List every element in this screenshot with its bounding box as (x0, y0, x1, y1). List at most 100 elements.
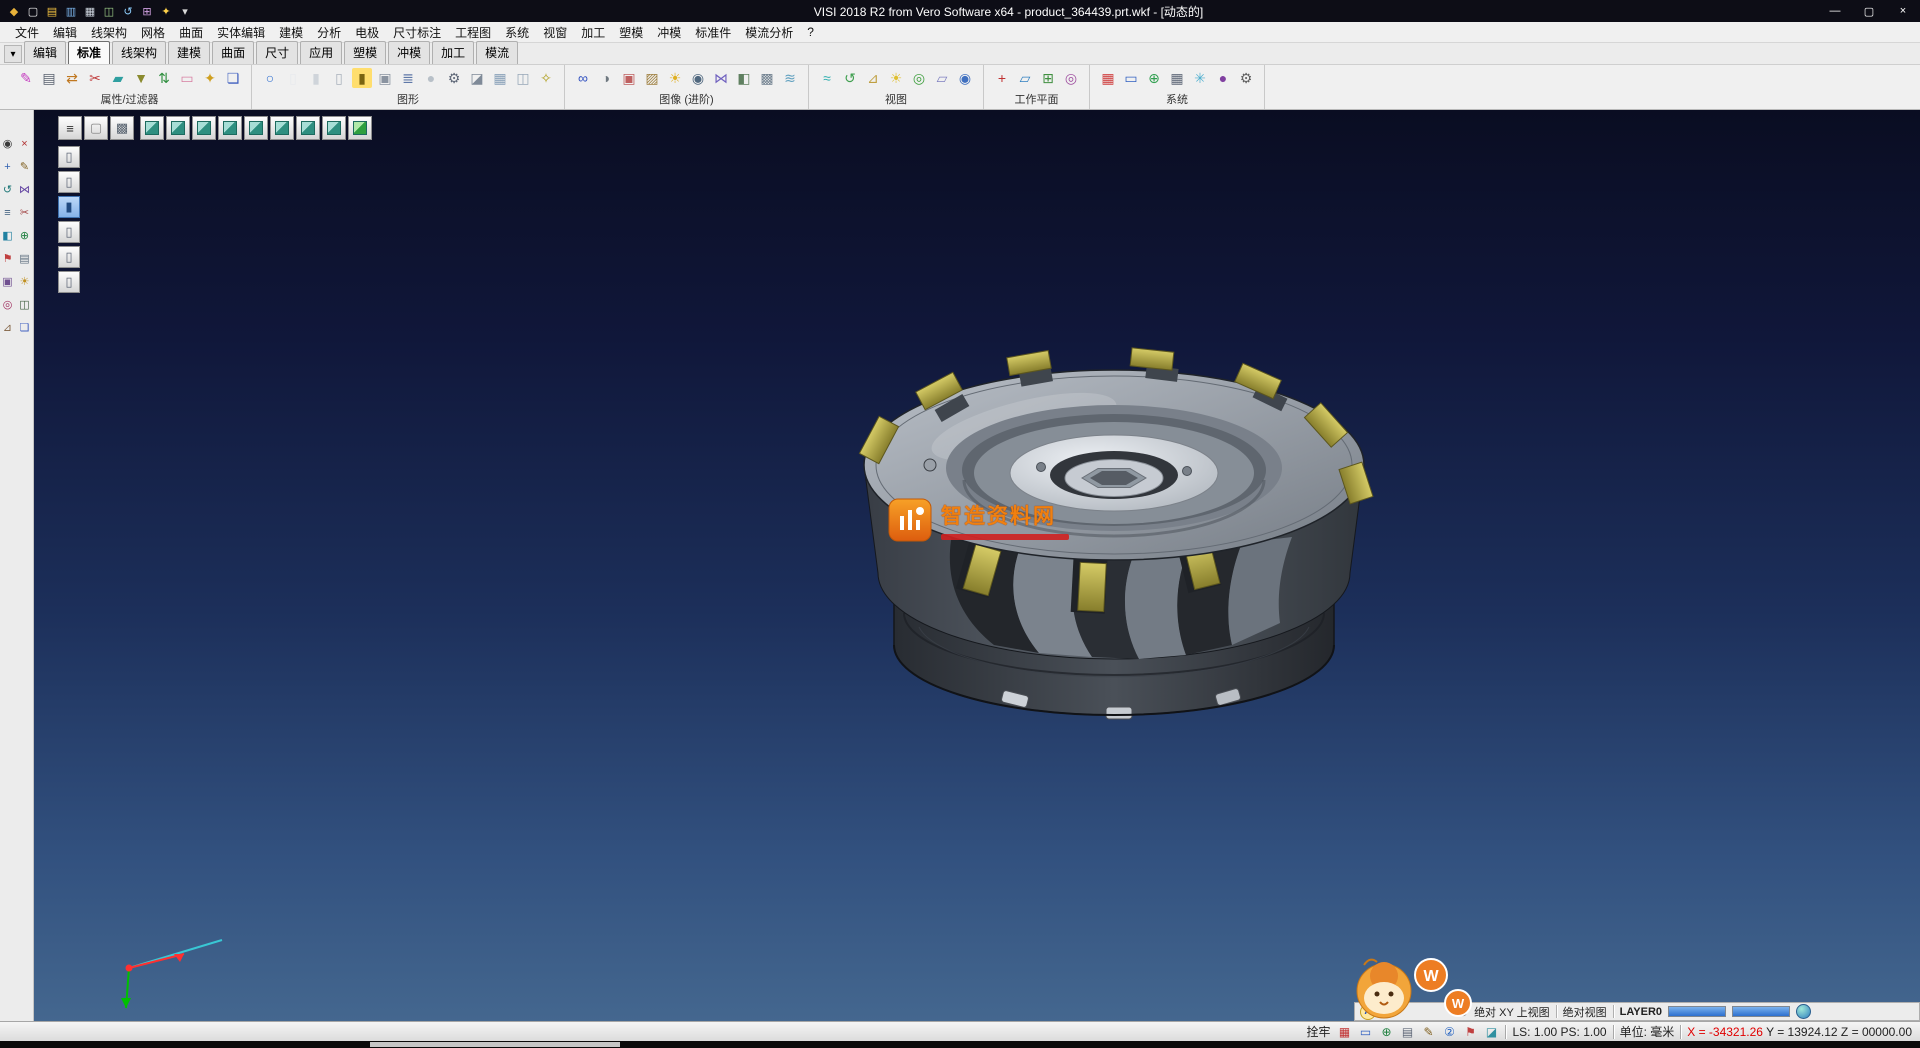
sort-arrows-icon[interactable]: ⇅ (154, 68, 174, 88)
layer-selector[interactable]: LAYER0 (1620, 1006, 1662, 1018)
menu-item[interactable]: 模流分析 (738, 22, 800, 43)
grid-plane-icon[interactable]: ⊞ (1038, 68, 1058, 88)
zoom-icon[interactable]: ◉ (0, 136, 15, 151)
tab[interactable]: 冲模 (388, 41, 430, 64)
view-cube-2[interactable] (166, 116, 190, 140)
menu-item[interactable]: 电极 (348, 22, 386, 43)
flag2-icon[interactable]: ⚑ (1462, 1024, 1478, 1040)
mirror-icon[interactable]: ⋈ (17, 182, 32, 197)
menu-item[interactable]: 曲面 (172, 22, 210, 43)
light-icon[interactable]: ☀ (665, 68, 685, 88)
pencil-icon[interactable]: ✎ (17, 159, 32, 174)
absolute-view-label[interactable]: 绝对视图 (1563, 1004, 1607, 1020)
view-cube-4[interactable] (218, 116, 242, 140)
trim-icon[interactable]: ✂ (17, 205, 32, 220)
help-icon[interactable]: ✦ (158, 3, 174, 19)
viewport-menu-icon[interactable]: ≡ (58, 116, 82, 140)
palette-icon[interactable]: ▦ (1098, 68, 1118, 88)
open-folder-icon[interactable]: ▤ (44, 3, 60, 19)
layers2-icon[interactable]: ❏ (17, 320, 32, 335)
earth-icon[interactable]: ⊕ (1378, 1024, 1394, 1040)
section-icon[interactable]: ◧ (734, 68, 754, 88)
scissors-icon[interactable]: ✂ (85, 68, 105, 88)
menu-item[interactable]: 塑模 (612, 22, 650, 43)
database-icon[interactable]: ● (421, 68, 441, 88)
cube-shade-icon[interactable]: ◪ (467, 68, 487, 88)
view-cube-3[interactable] (192, 116, 216, 140)
tab[interactable]: 编辑 (24, 41, 66, 64)
printer2-icon[interactable]: ▤ (1399, 1024, 1415, 1040)
grid-icon[interactable]: ▦ (490, 68, 510, 88)
undo-icon[interactable]: ↺ (120, 3, 136, 19)
menu-item[interactable]: 分析 (310, 22, 348, 43)
ghost-icon[interactable]: ◫ (513, 68, 533, 88)
doc-panel-4[interactable]: ▯ (58, 221, 80, 243)
tab[interactable]: 模流 (476, 41, 518, 64)
refresh-view-icon[interactable]: ↺ (840, 68, 860, 88)
menu-item[interactable]: 网格 (134, 22, 172, 43)
layers-icon[interactable]: ❏ (223, 68, 243, 88)
view-cube-7[interactable] (296, 116, 320, 140)
eye-view-icon[interactable]: ◉ (955, 68, 975, 88)
view-cube-6[interactable] (270, 116, 294, 140)
tab[interactable]: 建模 (168, 41, 210, 64)
maximize-button[interactable]: ▢ (1852, 0, 1886, 22)
eraser-icon[interactable]: ▭ (177, 68, 197, 88)
menu-item[interactable]: 加工 (574, 22, 612, 43)
close-button[interactable]: × (1886, 0, 1920, 22)
tab-caret-icon[interactable]: ▾ (4, 45, 22, 63)
plane-view-icon[interactable]: ▱ (932, 68, 952, 88)
measure-icon[interactable]: ⊿ (0, 320, 15, 335)
white-shaded-icon[interactable]: ▢ (84, 116, 108, 140)
save-icon[interactable]: ▥ (63, 3, 79, 19)
view-cube-9-green[interactable] (348, 116, 372, 140)
camera-icon[interactable]: ◉ (688, 68, 708, 88)
doc-panel-3[interactable]: ▮ (58, 196, 80, 218)
solid-box-icon[interactable]: ▣ (375, 68, 395, 88)
environment-icon[interactable]: ≋ (780, 68, 800, 88)
swap-arrows-icon[interactable]: ⇄ (62, 68, 82, 88)
model-3d-face-mill[interactable] (834, 315, 1394, 800)
texture-icon[interactable]: ▨ (642, 68, 662, 88)
viewport-3d[interactable]: ≡▢▩ ▯▯▮▯▯▯ (34, 110, 1920, 1021)
doc-panel-6[interactable]: ▯ (58, 271, 80, 293)
filter-icon[interactable]: ▼ (131, 68, 151, 88)
circle-icon[interactable]: ○ (260, 68, 280, 88)
grid-toggle-icon[interactable]: ⊞ (139, 3, 155, 19)
menu-item[interactable]: 线架构 (84, 22, 134, 43)
cube2-icon[interactable]: ◪ (1483, 1024, 1499, 1040)
world-icon[interactable]: ⊕ (17, 228, 32, 243)
cylinder-icon[interactable]: ▯ (283, 68, 303, 88)
axes-icon[interactable]: + (992, 68, 1012, 88)
menu-item[interactable]: 冲模 (650, 22, 688, 43)
menu-item[interactable]: 文件 (8, 22, 46, 43)
app-icon[interactable]: ◆ (6, 3, 22, 19)
tab[interactable]: 标准 (68, 41, 110, 64)
tab[interactable]: 塑模 (344, 41, 386, 64)
tab[interactable]: 加工 (432, 41, 474, 64)
monitor-icon[interactable]: ▭ (1357, 1024, 1373, 1040)
cylinder-shaded-icon[interactable]: ▮ (306, 68, 326, 88)
light2-icon[interactable]: ☀ (17, 274, 32, 289)
solid-icon[interactable]: ▣ (0, 274, 15, 289)
menu-item[interactable]: 实体编辑 (210, 22, 272, 43)
stereo-glasses-icon[interactable]: ∞ (573, 68, 593, 88)
sun-view-icon[interactable]: ☀ (886, 68, 906, 88)
tab[interactable]: 尺寸 (256, 41, 298, 64)
minimize-button[interactable]: — (1818, 0, 1852, 22)
cylinder-wire-icon[interactable]: ▯ (329, 68, 349, 88)
measure-view-icon[interactable]: ⊿ (863, 68, 883, 88)
rotate-icon[interactable]: ↺ (0, 182, 15, 197)
mirror-view-icon[interactable]: ⋈ (711, 68, 731, 88)
half-shade-icon[interactable]: ◑ (596, 68, 616, 88)
menu-item[interactable]: 标准件 (688, 22, 738, 43)
printer-icon[interactable]: ▤ (39, 68, 59, 88)
dynamic-view-icon[interactable]: ≈ (817, 68, 837, 88)
delete-icon[interactable]: × (17, 136, 32, 151)
monitor-icon[interactable]: ▭ (1121, 68, 1141, 88)
view-cube-8[interactable] (322, 116, 346, 140)
dark-shaded-icon[interactable]: ▩ (110, 116, 134, 140)
gear-box-icon[interactable]: ⚙ (444, 68, 464, 88)
ucs-icon[interactable]: ◎ (1061, 68, 1081, 88)
view-cube-5[interactable] (244, 116, 268, 140)
